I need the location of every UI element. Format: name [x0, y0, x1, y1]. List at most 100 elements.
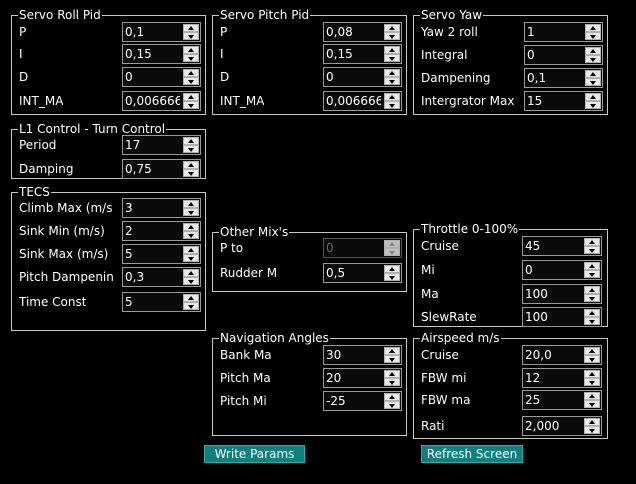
- spin-up-icon[interactable]: [384, 347, 400, 355]
- spin-down-icon[interactable]: [585, 32, 601, 40]
- spin-down-icon[interactable]: [584, 270, 600, 278]
- pitch-i-spinner[interactable]: 0,15: [323, 44, 402, 64]
- sink-max-spinner[interactable]: 5: [122, 244, 201, 264]
- spinner-value[interactable]: 2: [125, 224, 180, 238]
- spin-up-icon[interactable]: [384, 46, 400, 54]
- spin-up-icon[interactable]: [384, 265, 400, 273]
- spin-up-icon[interactable]: [384, 370, 400, 378]
- spin-down-icon[interactable]: [584, 400, 600, 408]
- spin-up-icon[interactable]: [585, 70, 601, 78]
- spin-down-icon[interactable]: [183, 145, 199, 153]
- spin-up-icon[interactable]: [584, 392, 600, 400]
- spinner-value[interactable]: 100: [525, 287, 581, 301]
- spin-down-icon[interactable]: [584, 355, 600, 363]
- spin-up-icon[interactable]: [584, 370, 600, 378]
- spin-down-icon[interactable]: [384, 378, 400, 386]
- spinner-value[interactable]: 1: [527, 25, 582, 39]
- spin-up-icon[interactable]: [584, 286, 600, 294]
- spin-up-icon[interactable]: [584, 418, 600, 426]
- spinner-value[interactable]: 12: [525, 371, 581, 385]
- spin-down-icon[interactable]: [183, 254, 199, 262]
- spin-down-icon[interactable]: [585, 55, 601, 63]
- throttle-max-spinner[interactable]: 100: [522, 284, 602, 304]
- roll-p-spinner[interactable]: 0,1: [122, 22, 201, 42]
- spinner-value[interactable]: 20: [326, 371, 381, 385]
- spinner-value[interactable]: 0,00666666: [125, 94, 180, 108]
- throttle-min-spinner[interactable]: 0: [522, 260, 602, 280]
- spinner-value[interactable]: 0,3: [125, 270, 180, 284]
- spin-up-icon[interactable]: [384, 93, 400, 101]
- spin-down-icon[interactable]: [384, 54, 400, 62]
- pitch-int-ma-spinner[interactable]: 0,00666666: [323, 91, 402, 111]
- spin-up-icon[interactable]: [584, 309, 600, 317]
- spin-down-icon[interactable]: [585, 78, 601, 86]
- spinner-value[interactable]: 0: [527, 48, 582, 62]
- refresh-screen-button[interactable]: Refresh Screen: [421, 445, 523, 463]
- spin-up-icon[interactable]: [183, 294, 199, 302]
- spin-up-icon[interactable]: [183, 24, 199, 32]
- spinner-value[interactable]: 0,08: [326, 25, 381, 39]
- bank-max-spinner[interactable]: 30: [323, 345, 402, 365]
- write-params-button[interactable]: Write Params: [204, 445, 305, 463]
- spinner-value[interactable]: 0,75: [125, 162, 180, 176]
- spin-down-icon[interactable]: [183, 231, 199, 239]
- spin-down-icon[interactable]: [584, 294, 600, 302]
- pitch-min-spinner[interactable]: -25: [323, 391, 402, 411]
- spinner-value[interactable]: 20,0: [525, 348, 581, 362]
- yaw-integral-spinner[interactable]: 0: [524, 45, 603, 65]
- spin-up-icon[interactable]: [384, 69, 400, 77]
- airspeed-ratio-spinner[interactable]: 2,000: [522, 416, 602, 436]
- spinner-value[interactable]: 0,15: [326, 47, 381, 61]
- spin-down-icon[interactable]: [584, 246, 600, 254]
- spin-up-icon[interactable]: [584, 238, 600, 246]
- spinner-value[interactable]: 0,15: [125, 47, 180, 61]
- roll-d-spinner[interactable]: 0: [122, 67, 201, 87]
- sink-min-spinner[interactable]: 2: [122, 221, 201, 241]
- spin-down-icon[interactable]: [584, 378, 600, 386]
- spinner-value[interactable]: -25: [326, 394, 381, 408]
- spin-up-icon[interactable]: [183, 137, 199, 145]
- climb-max-spinner[interactable]: 3: [122, 198, 201, 218]
- spinner-value[interactable]: 100: [525, 310, 581, 324]
- spinner-value[interactable]: 0,1: [527, 71, 582, 85]
- spin-up-icon[interactable]: [584, 262, 600, 270]
- throttle-slewrate-spinner[interactable]: 100: [522, 307, 602, 327]
- spinner-value[interactable]: 2,000: [525, 419, 581, 433]
- yaw2roll-spinner[interactable]: 1: [524, 22, 603, 42]
- spinner-value[interactable]: 0,5: [326, 266, 381, 280]
- spin-down-icon[interactable]: [183, 101, 199, 109]
- spin-down-icon[interactable]: [183, 32, 199, 40]
- spin-up-icon[interactable]: [183, 223, 199, 231]
- spin-up-icon[interactable]: [183, 93, 199, 101]
- spin-down-icon[interactable]: [584, 426, 600, 434]
- spinner-value[interactable]: 45: [525, 239, 581, 253]
- spin-up-icon[interactable]: [584, 347, 600, 355]
- fbw-max-spinner[interactable]: 25: [522, 390, 602, 410]
- spin-down-icon[interactable]: [384, 32, 400, 40]
- spin-up-icon[interactable]: [183, 46, 199, 54]
- spin-down-icon[interactable]: [384, 273, 400, 281]
- spin-down-icon[interactable]: [183, 77, 199, 85]
- spin-down-icon[interactable]: [183, 208, 199, 216]
- pitch-dampening-spinner[interactable]: 0,3: [122, 267, 201, 287]
- rudder-mix-spinner[interactable]: 0,5: [323, 263, 402, 283]
- spinner-value[interactable]: 0: [326, 70, 381, 84]
- spin-down-icon[interactable]: [384, 101, 400, 109]
- spinner-value[interactable]: 0: [525, 263, 581, 277]
- spinner-value[interactable]: 30: [326, 348, 381, 362]
- spinner-value[interactable]: 5: [125, 295, 180, 309]
- spin-down-icon[interactable]: [183, 169, 199, 177]
- spinner-value[interactable]: 17: [125, 138, 180, 152]
- roll-i-spinner[interactable]: 0,15: [122, 44, 201, 64]
- throttle-cruise-spinner[interactable]: 45: [522, 236, 602, 256]
- spin-up-icon[interactable]: [585, 24, 601, 32]
- spinner-value[interactable]: 0: [125, 70, 180, 84]
- spin-down-icon[interactable]: [584, 317, 600, 325]
- spinner-value[interactable]: 25: [525, 393, 581, 407]
- pitch-p-spinner[interactable]: 0,08: [323, 22, 402, 42]
- spin-up-icon[interactable]: [183, 200, 199, 208]
- spin-up-icon[interactable]: [183, 246, 199, 254]
- spin-down-icon[interactable]: [183, 54, 199, 62]
- spin-up-icon[interactable]: [384, 24, 400, 32]
- spinner-value[interactable]: 3: [125, 201, 180, 215]
